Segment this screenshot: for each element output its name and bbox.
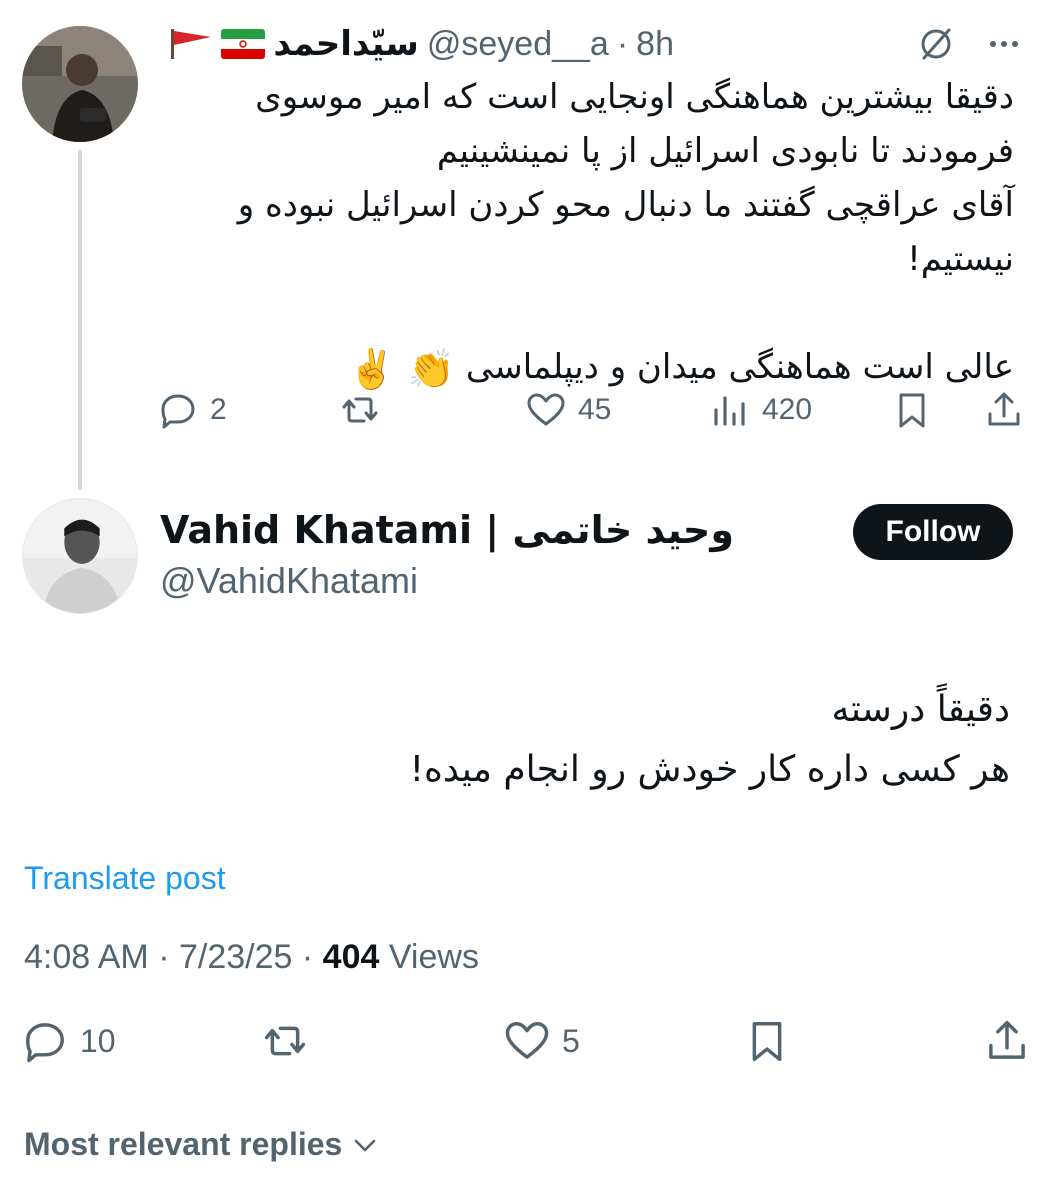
main-reply-button[interactable]: 10 — [22, 1018, 116, 1064]
parent-separator: · — [616, 24, 629, 63]
parent-text-line-3: آقای عراقچی گفتند ما دنبال محو کردن اسرا… — [237, 185, 1014, 225]
main-text-line-1: دقیقاً درسته — [831, 689, 1010, 730]
main-like-count: 5 — [562, 1022, 580, 1059]
heart-icon — [505, 1022, 549, 1059]
main-text-line-2: هر کسی داره کار خودش رو انجام میده! — [409, 749, 1010, 790]
post-views-number[interactable]: 404 — [323, 938, 380, 976]
bookmark-icon — [752, 1022, 782, 1062]
bookmark-icon — [899, 393, 925, 428]
repost-icon — [264, 1026, 306, 1056]
main-like-button[interactable]: 5 — [504, 1018, 580, 1064]
parent-reply-button[interactable]: 2 — [158, 390, 227, 430]
parent-closing-line: عالی است هماهنگی میدان و دیپلماسی 👏 ✌️ — [184, 340, 1014, 396]
post-date[interactable]: 7/23/25 — [179, 938, 292, 976]
red-flag-icon — [169, 27, 213, 61]
parent-display-name[interactable]: سیّداحمد — [273, 24, 419, 64]
parent-closing-emojis: 👏 ✌️ — [348, 346, 456, 391]
repost-icon — [342, 397, 378, 423]
parent-views-count: 420 — [762, 393, 813, 426]
main-reply-count: 10 — [80, 1022, 116, 1059]
parent-text-line-2: فرمودند تا نابودی اسرائیل از پا نمینشینی… — [436, 131, 1014, 171]
main-bookmark-button[interactable] — [744, 1018, 790, 1064]
follow-button[interactable]: Follow — [853, 504, 1013, 560]
replies-sort-dropdown[interactable]: Most relevant replies — [24, 1126, 380, 1163]
parent-avatar[interactable] — [22, 26, 138, 142]
share-icon — [988, 392, 1020, 426]
replies-sort-label: Most relevant replies — [24, 1126, 343, 1162]
heart-icon — [527, 393, 565, 426]
parent-share-button[interactable] — [984, 390, 1024, 430]
parent-handle[interactable]: @seyed__a — [427, 25, 609, 64]
parent-name-block[interactable]: سیّداحمد @seyed__a · 8h — [169, 22, 674, 66]
thread-connector-line — [78, 150, 82, 490]
main-repost-button[interactable] — [262, 1018, 308, 1064]
parent-reply-count: 2 — [210, 393, 227, 426]
main-share-button[interactable] — [984, 1018, 1030, 1064]
parent-like-button[interactable]: 45 — [526, 390, 611, 430]
parent-action-bar: 2 45 420 — [158, 390, 1028, 440]
parent-closing-text: عالی است هماهنگی میدان و دیپلماسی — [465, 347, 1014, 387]
iran-flag-icon — [221, 29, 266, 59]
main-display-name[interactable]: Vahid Khatami | وحید خاتمی — [160, 508, 734, 552]
meta-separator-1: · — [158, 938, 170, 976]
grok-icon[interactable] — [916, 24, 956, 69]
parent-repost-button[interactable] — [340, 390, 380, 430]
parent-header: سیّداحمد @seyed__a · 8h — [160, 22, 1024, 66]
post-views-label: Views — [388, 938, 479, 976]
translate-post-link[interactable]: Translate post — [24, 860, 226, 897]
reply-icon — [26, 1023, 64, 1063]
post-metadata: 4:08 AM · 7/23/25 · 404 Views — [24, 938, 479, 977]
reply-icon — [161, 394, 195, 429]
parent-tweet-text: دقیقا بیشترین هماهنگی اونجایی است که امی… — [184, 70, 1014, 396]
post-time[interactable]: 4:08 AM — [24, 938, 149, 976]
parent-views-button[interactable]: 420 — [710, 390, 812, 430]
main-action-bar: 10 5 — [22, 1018, 1032, 1072]
share-icon — [989, 1020, 1025, 1059]
parent-bookmark-button[interactable] — [892, 390, 932, 430]
meta-separator-2: · — [301, 938, 314, 976]
parent-text-line-1: دقیقا بیشترین هماهنگی اونجایی است که امی… — [255, 77, 1014, 117]
parent-text-line-4: نیستیم! — [907, 239, 1014, 279]
more-options-icon[interactable] — [984, 24, 1024, 69]
main-tweet-text: دقیقاً درسته هر کسی داره کار خودش رو انج… — [310, 680, 1010, 800]
parent-like-count: 45 — [578, 393, 612, 426]
main-avatar[interactable] — [22, 498, 138, 614]
parent-time[interactable]: 8h — [636, 25, 674, 64]
chevron-down-icon — [355, 1139, 376, 1151]
main-handle[interactable]: @VahidKhatami — [160, 560, 418, 602]
views-icon — [714, 396, 745, 426]
